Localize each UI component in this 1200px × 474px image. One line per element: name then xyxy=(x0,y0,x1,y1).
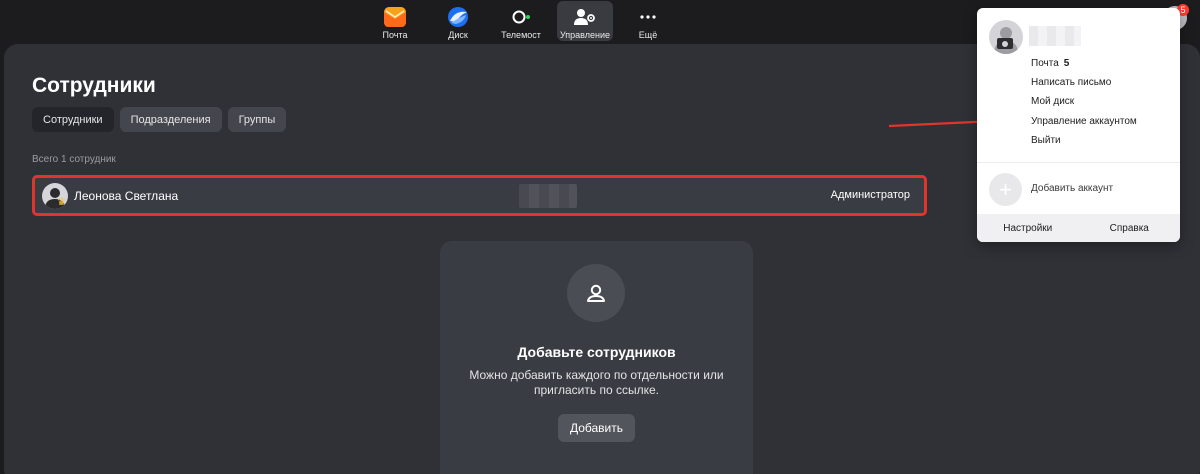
menu-item-my-disk[interactable]: Мой диск xyxy=(1031,96,1074,107)
employee-row[interactable]: ♛ Леонова Светлана Администратор xyxy=(32,175,927,216)
menu-item-compose[interactable]: Написать письмо xyxy=(1031,77,1111,88)
tab-departments[interactable]: Подразделения xyxy=(119,107,222,132)
crown-icon: ♛ xyxy=(57,197,66,208)
menu-item-logout[interactable]: Выйти xyxy=(1031,135,1061,146)
divider xyxy=(977,162,1180,163)
card-text: Можно добавить каждого по отдельности ил… xyxy=(469,368,724,397)
service-mail[interactable]: Почта xyxy=(367,1,423,41)
admin-icon xyxy=(572,5,598,28)
card-title: Добавьте сотрудников xyxy=(517,344,676,360)
employee-role: Администратор xyxy=(830,189,910,201)
service-label: Ещё xyxy=(638,30,658,40)
mail-count: 5 xyxy=(1063,58,1070,69)
service-telemost[interactable]: Телемост xyxy=(493,1,549,41)
add-account-label[interactable]: Добавить аккаунт xyxy=(1031,183,1113,194)
add-employees-card: Добавьте сотрудников Можно добавить кажд… xyxy=(440,241,753,474)
service-label: Управление xyxy=(559,30,611,40)
service-label: Телемост xyxy=(501,30,541,40)
help-link[interactable]: Справка xyxy=(1079,214,1181,242)
camera-icon[interactable] xyxy=(997,38,1013,49)
disk-icon xyxy=(445,5,471,28)
menu-item-label: Почта xyxy=(1031,58,1059,69)
plus-icon[interactable]: + xyxy=(989,173,1022,206)
more-icon xyxy=(635,5,661,28)
mail-icon xyxy=(382,5,408,28)
service-more[interactable]: Ещё xyxy=(620,1,676,41)
page-title: Сотрудники xyxy=(32,74,156,97)
service-admin[interactable]: Управление xyxy=(557,1,613,41)
service-label: Диск xyxy=(448,30,468,40)
employee-count: Всего 1 сотрудник xyxy=(32,154,116,165)
employee-name: Леонова Светлана xyxy=(74,189,179,203)
settings-link[interactable]: Настройки xyxy=(977,214,1079,242)
tabs: Сотрудники Подразделения Группы xyxy=(32,107,287,132)
add-button[interactable]: Добавить xyxy=(558,414,635,442)
blurred-account-name xyxy=(1029,26,1081,46)
tab-groups[interactable]: Группы xyxy=(227,107,287,132)
service-label: Почта xyxy=(382,30,408,40)
tab-employees[interactable]: Сотрудники xyxy=(32,107,114,132)
user-icon xyxy=(567,264,625,322)
blurred-email xyxy=(519,184,577,208)
telemost-icon xyxy=(508,5,534,28)
menu-item-mail[interactable]: Почта 5 xyxy=(1031,58,1069,69)
account-dropdown: Почта 5 Написать письмо Мой диск Управлен… xyxy=(977,8,1180,242)
menu-item-manage-account[interactable]: Управление аккаунтом xyxy=(1031,116,1137,127)
service-disk[interactable]: Диск xyxy=(430,1,486,41)
dropdown-footer: Настройки Справка xyxy=(977,214,1180,242)
